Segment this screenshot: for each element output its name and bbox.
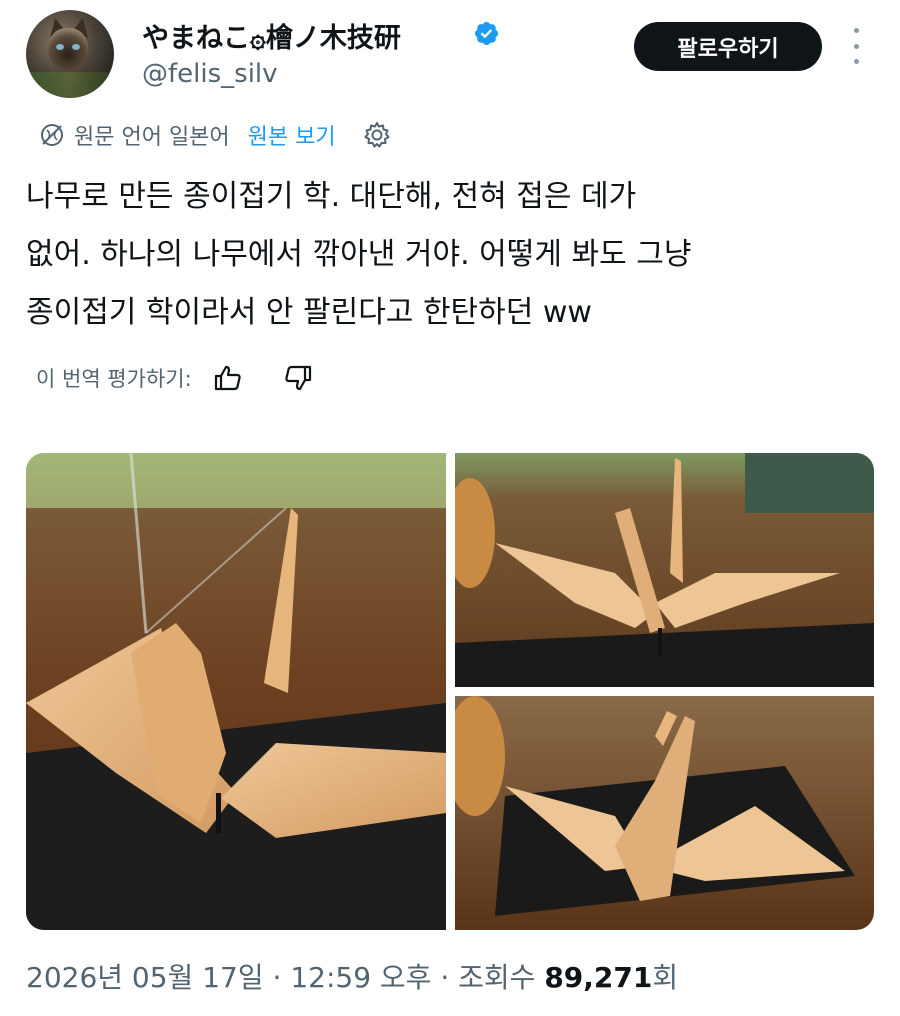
tweet-header: やまねこ۞檜ノ木技研 @felis_silv 팔로우하기 xyxy=(0,0,900,110)
photo-illustration xyxy=(26,453,446,930)
photo-illustration xyxy=(455,453,874,687)
dot xyxy=(853,28,859,33)
author-display-name[interactable]: やまねこ۞檜ノ木技研 xyxy=(142,16,401,55)
tweet-text-line: 없어. 하나의 나무에서 깎아낸 거야. 어떻게 봐도 그냥 xyxy=(26,237,692,272)
thumbs-up-icon[interactable] xyxy=(212,362,244,394)
views-label: 조회수 xyxy=(458,961,536,994)
avatar[interactable] xyxy=(26,10,114,98)
show-original-link[interactable]: 원본 보기 xyxy=(248,119,336,151)
translate-globe-icon xyxy=(41,124,63,146)
rate-translation-bar: 이 번역 평가하기: xyxy=(36,358,314,398)
follow-button[interactable]: 팔로우하기 xyxy=(634,22,822,71)
avatar-cat-eye xyxy=(72,44,80,50)
tweet-date[interactable]: 2026년 05월 17일 xyxy=(26,961,264,994)
tweet-text-line: 나무로 만든 종이접기 학. 대단해, 전혀 접은 데가 xyxy=(26,179,637,214)
photo-wooden-crane-closeup[interactable] xyxy=(26,453,446,930)
views-count: 89,271 xyxy=(544,961,653,994)
media-grid xyxy=(26,453,874,930)
verified-badge-icon xyxy=(474,21,499,46)
tweet-text: 나무로 만든 종이접기 학. 대단해, 전혀 접은 데가 없어. 하나의 나무에… xyxy=(26,168,876,342)
photo-illustration xyxy=(455,696,874,930)
avatar-cat-eye xyxy=(56,44,64,50)
views-suffix: 회 xyxy=(652,961,679,994)
meta-separator: · xyxy=(431,961,459,994)
dot xyxy=(853,59,859,64)
author-handle[interactable]: @felis_silv xyxy=(142,59,278,89)
photo-wooden-crane-side[interactable] xyxy=(455,453,874,687)
rate-translation-label: 이 번역 평가하기: xyxy=(36,367,192,391)
photo-wooden-crane-angle[interactable] xyxy=(455,696,874,930)
more-vertical-icon[interactable] xyxy=(846,28,866,64)
translation-bar: 원문 언어 일본어 원본 보기 xyxy=(38,118,392,152)
original-language-label: 원문 언어 일본어 xyxy=(74,125,230,150)
dot xyxy=(853,43,859,49)
avatar-background xyxy=(26,72,114,98)
tweet-time[interactable]: 12:59 오후 xyxy=(290,961,431,994)
avatar-cat-face xyxy=(48,28,88,72)
thumbs-down-icon[interactable] xyxy=(282,362,314,394)
tweet-text-line: 종이접기 학이라서 안 팔린다고 한탄하던 ww xyxy=(26,295,592,330)
gear-icon[interactable] xyxy=(362,120,392,150)
meta-separator: · xyxy=(263,961,291,994)
tweet-meta: 2026년 05월 17일 · 12:59 오후 · 조회수 89,271회 xyxy=(26,956,678,996)
